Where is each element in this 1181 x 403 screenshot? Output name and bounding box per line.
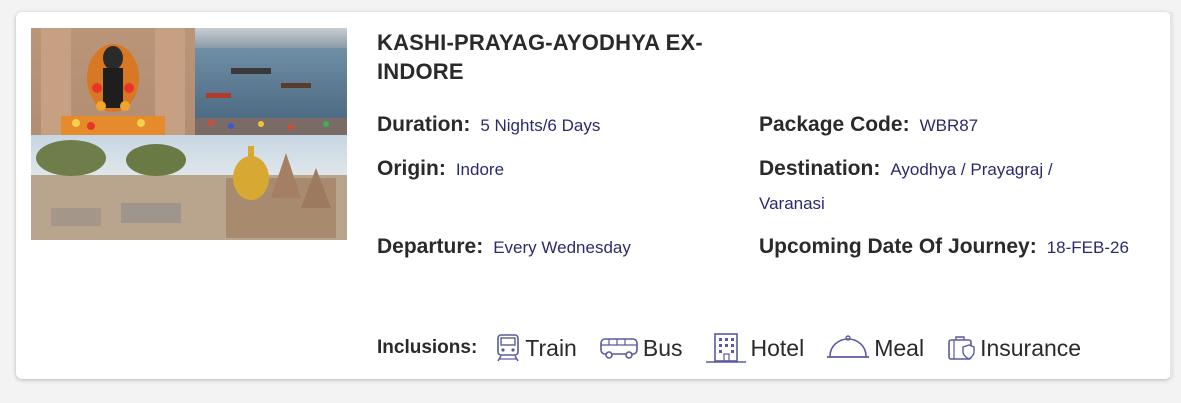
journey-date-field: Upcoming Date Of Journey: 18-FEB-26 — [759, 230, 1154, 265]
destination-field: Destination: Ayodhya / Prayagraj / Varana… — [759, 152, 1099, 221]
package-card: KASHI-PRAYAG-AYODHYA EX-INDORE Duration:… — [16, 12, 1173, 379]
inclusion-hotel-label: Hotel — [750, 334, 805, 361]
origin-label: Origin: — [377, 157, 446, 180]
duration-field: Duration: 5 Nights/6 Days — [377, 108, 600, 143]
meal-icon — [827, 335, 870, 358]
departure-field: Departure: Every Wednesday — [377, 230, 631, 265]
duration-value: 5 Nights/6 Days — [480, 116, 601, 135]
departure-value: Every Wednesday — [493, 238, 631, 257]
destination-label: Destination: — [759, 157, 881, 180]
inclusion-train-label: Train — [525, 334, 577, 361]
inclusion-hotel: Hotel — [705, 332, 805, 364]
inclusion-insurance-label: Insurance — [980, 334, 1082, 361]
inclusions-label: Inclusions: — [377, 337, 478, 358]
card-edge — [1170, 12, 1173, 379]
origin-value: Indore — [455, 160, 505, 179]
inclusion-meal-label: Meal — [874, 334, 925, 361]
duration-label: Duration: — [377, 113, 471, 136]
package-image-collage[interactable] — [31, 28, 347, 240]
journey-date-label: Upcoming Date Of Journey: — [759, 235, 1037, 258]
hotel-icon — [705, 333, 746, 363]
inclusion-bus: Bus — [599, 335, 683, 362]
inclusion-train: Train — [495, 333, 577, 363]
bus-icon — [600, 338, 638, 359]
origin-field: Origin: Indore — [377, 152, 504, 187]
departure-label: Departure: — [377, 235, 484, 258]
inclusions-row: Inclusions: Train Bus Hotel Meal Insuran… — [377, 330, 1103, 366]
package-code-label: Package Code: — [759, 113, 910, 136]
package-title[interactable]: KASHI-PRAYAG-AYODHYA EX-INDORE — [377, 28, 757, 86]
inclusion-insurance: Insurance — [946, 333, 1081, 363]
inclusion-meal: Meal — [826, 334, 924, 362]
insurance-icon — [948, 336, 975, 360]
journey-date-value: 18-FEB-26 — [1046, 238, 1129, 257]
inclusion-bus-label: Bus — [642, 334, 683, 361]
package-code-field: Package Code: WBR87 — [759, 108, 1154, 143]
package-photo — [31, 28, 347, 240]
train-icon — [497, 334, 520, 362]
package-code-value: WBR87 — [919, 116, 979, 135]
